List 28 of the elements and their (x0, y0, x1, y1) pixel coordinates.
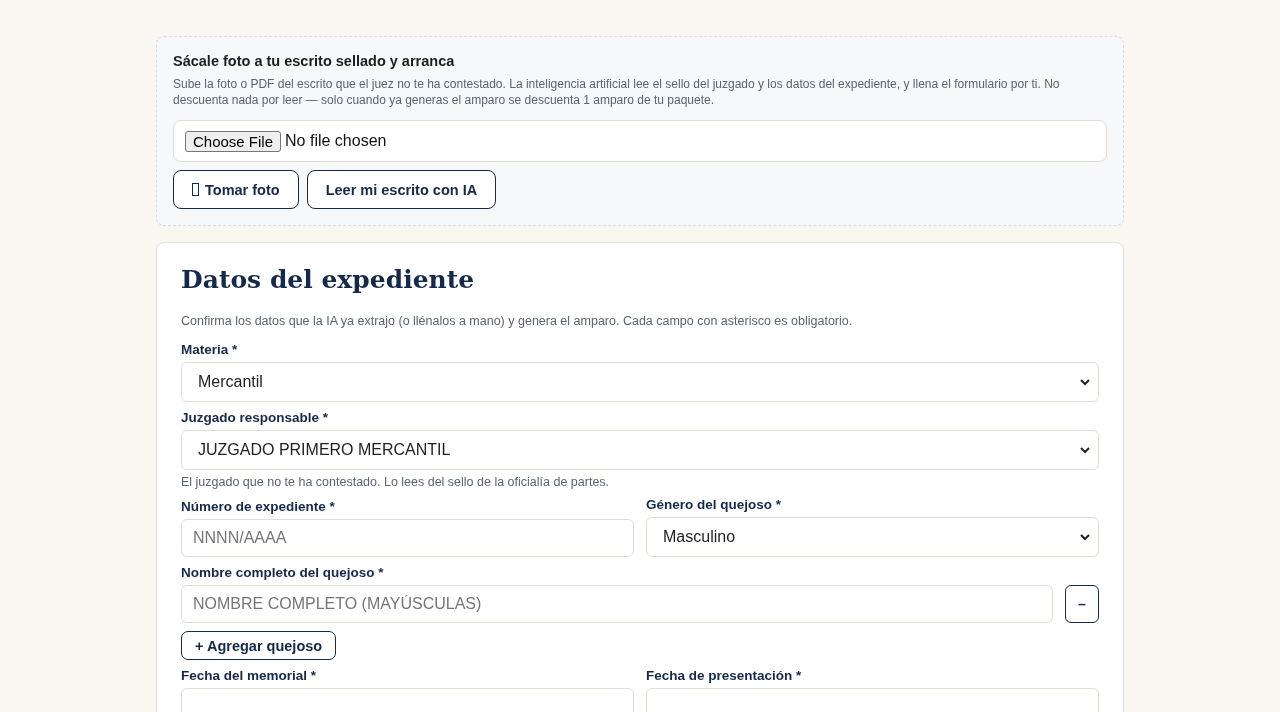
intro-text: Confirma los datos que la IA ya extrajo (o llénalos a mano) y genera el amparo. Cada campo con asterisco es obligatorio. (181, 314, 854, 328)
missing-glyph-icon (192, 183, 199, 196)
field-label: Juzgado responsable * (181, 410, 330, 425)
field-label: Número de expediente * (181, 499, 336, 514)
select-field[interactable]: Masculino (646, 517, 1099, 557)
hint-text: El juzgado que no te ha contestado. Lo lees del sello de la oficialía de partes. (181, 475, 611, 489)
input-field[interactable]: NOMBRE COMPLETO (MAYÚSCULAS) (181, 585, 1053, 623)
choose-file-button[interactable]: Choose File (185, 130, 282, 152)
form-title: Datos del expediente (181, 265, 476, 294)
read-button[interactable]: Leer mi escrito con IA (306, 170, 497, 209)
field-label: Fecha del memorial * (181, 668, 318, 683)
select-field[interactable]: JUZGADO PRIMERO MERCANTIL (181, 430, 1099, 470)
file-input[interactable]: Choose File No file chosen (173, 120, 1107, 162)
chevron-down-icon (1080, 446, 1090, 454)
chevron-down-icon (1080, 378, 1090, 386)
input-field[interactable]: NNNN/AAAA (181, 519, 634, 557)
field-label: Materia * (181, 342, 239, 357)
upload-description: Sube la foto o PDF del escrito que el juez no te ha contestado. La inteligencia artificial lee el sello del juzgado y los datos del expediente, y llena el formulario por ti. No descuenta nada por leer — solo cuando ya generas el amparo se descuenta 1 amparo de tu paquete. (173, 76, 1061, 108)
add-button[interactable]: + Agregar quejoso (181, 631, 337, 660)
chevron-down-icon (1080, 533, 1090, 541)
field-label: Género del quejoso * (646, 497, 783, 512)
take-photo-button[interactable]: Tomar foto (173, 170, 299, 209)
select-field[interactable]: Mercantil (181, 362, 1099, 402)
remove-button[interactable]: – (1065, 585, 1099, 623)
file-status: No file chosen (285, 132, 387, 150)
field-label: Fecha de presentación * (646, 668, 803, 683)
field-label: Nombre completo del quejoso * (181, 565, 385, 580)
upload-title: Sácale foto a tu escrito sellado y arranca (173, 53, 456, 69)
